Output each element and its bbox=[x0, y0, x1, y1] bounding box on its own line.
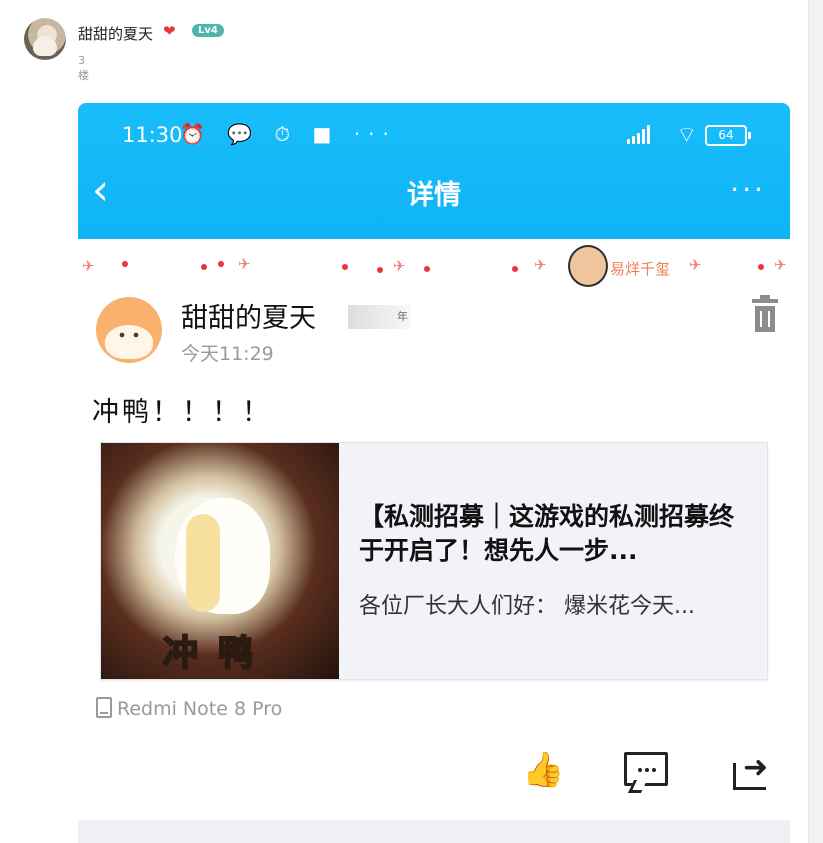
wifi-icon: ⌔ bbox=[676, 123, 697, 148]
decorative-dot bbox=[342, 264, 348, 270]
card-image-caption: 冲 鸭 bbox=[162, 633, 258, 675]
paper-crane-icon: ✈ bbox=[689, 256, 702, 274]
paper-crane-icon: ✈ bbox=[82, 257, 95, 275]
action-bar: 👍 ➜ bbox=[78, 748, 790, 802]
device-name: Redmi Note 8 Pro bbox=[117, 698, 283, 720]
level-badge: Lv4 bbox=[192, 24, 224, 37]
post-time: 今天11:29 bbox=[181, 343, 274, 365]
status-icons: ⏰ 💬 ⏱ ■ ··· bbox=[180, 122, 397, 146]
trash-lid bbox=[752, 295, 778, 303]
decorative-dot bbox=[758, 264, 764, 270]
bottom-divider bbox=[78, 820, 790, 843]
paper-crane-icon: ✈ bbox=[534, 256, 547, 274]
post-content: 冲鸭！！！！ bbox=[92, 397, 272, 428]
signature-text: 易烊千玺 bbox=[610, 260, 671, 278]
embedded-screenshot: 11:30 ⏰ 💬 ⏱ ■ ··· ⌔ 64 ‹ 详情 ··· ✈ ✈ ✈ ✈ … bbox=[78, 103, 790, 843]
heart-icon: ❤ bbox=[163, 22, 176, 40]
decorative-dot bbox=[122, 261, 128, 267]
trash-icon[interactable] bbox=[752, 295, 778, 333]
decorative-dot bbox=[424, 266, 430, 272]
user-avatar[interactable] bbox=[24, 18, 66, 60]
page-scrollbar-strip[interactable] bbox=[808, 0, 823, 843]
floor-number: 3楼 bbox=[78, 54, 89, 82]
page-title: 详情 bbox=[407, 180, 461, 211]
decorative-banner: ✈ ✈ ✈ ✈ 易烊千玺 ✈ ✈ bbox=[78, 239, 790, 287]
paper-crane-icon: ✈ bbox=[238, 255, 251, 273]
card-title: 【私测招募｜这游戏的私测招募终于开启了！想先人一步... bbox=[359, 502, 735, 565]
like-icon[interactable]: 👍 bbox=[522, 750, 564, 790]
decorative-dot bbox=[512, 266, 518, 272]
author-badge: 年 bbox=[348, 305, 411, 329]
share-icon[interactable]: ➜ bbox=[733, 750, 773, 790]
status-time: 11:30 bbox=[122, 123, 183, 147]
phone-icon bbox=[96, 697, 112, 718]
comment-icon[interactable] bbox=[624, 752, 668, 786]
link-card[interactable]: 冲 鸭 【私测招募｜这游戏的私测招募终于开启了！想先人一步... 各位厂长大人们… bbox=[100, 442, 768, 680]
decorative-dot bbox=[218, 261, 224, 267]
author-avatar[interactable] bbox=[96, 297, 162, 363]
signal-icon bbox=[627, 124, 653, 144]
decorative-dot bbox=[201, 264, 207, 270]
paper-crane-icon: ✈ bbox=[393, 257, 406, 275]
author-name[interactable]: 甜甜的夏天 bbox=[181, 296, 316, 335]
card-subtitle: 各位厂长大人们好： 爆米花今天... bbox=[359, 594, 695, 619]
trash-body bbox=[755, 306, 775, 332]
share-arrow-icon: ➜ bbox=[743, 750, 769, 785]
more-button[interactable]: ··· bbox=[730, 173, 766, 206]
decorative-dot bbox=[377, 267, 383, 273]
username[interactable]: 甜甜的夏天 bbox=[78, 23, 153, 44]
device-label: Redmi Note 8 Pro bbox=[96, 697, 282, 720]
app-header: 11:30 ⏰ 💬 ⏱ ■ ··· ⌔ 64 ‹ 详情 ··· bbox=[78, 103, 790, 239]
cartoon-avatar-icon bbox=[568, 245, 608, 287]
paper-crane-icon: ✈ bbox=[774, 256, 787, 274]
battery-icon: 64 bbox=[705, 125, 751, 146]
